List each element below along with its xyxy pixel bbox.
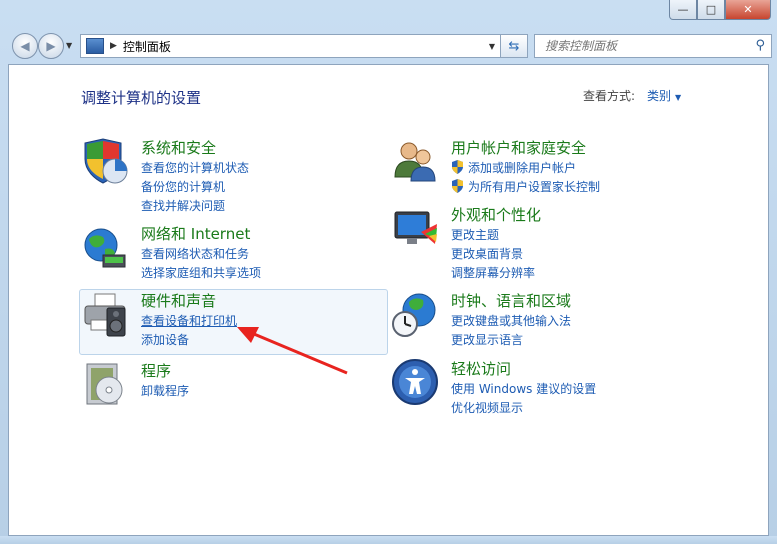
maximize-button[interactable]: □	[697, 0, 725, 20]
link-uninstall[interactable]: 卸载程序	[141, 382, 189, 399]
control-panel-icon	[86, 38, 104, 54]
shield-chart-icon	[84, 138, 128, 184]
globe-network-icon	[84, 228, 126, 268]
search-icon[interactable]: ⚲	[755, 38, 765, 53]
back-button[interactable]: ◀	[12, 33, 38, 59]
refresh-icon: ⇆	[508, 38, 520, 54]
uac-shield-icon	[452, 179, 463, 193]
refresh-button[interactable]: ⇆	[500, 34, 528, 58]
link-screen-resolution[interactable]: 调整屏幕分辨率	[451, 264, 535, 281]
close-button[interactable]: ✕	[725, 0, 771, 20]
forward-arrow-icon: ▶	[46, 39, 56, 53]
link-add-remove-accounts[interactable]: 添加或删除用户帐户	[451, 159, 576, 176]
link-display-language[interactable]: 更改显示语言	[451, 331, 523, 348]
uac-shield-icon	[452, 160, 463, 174]
globe-clock-icon	[392, 293, 436, 337]
navigation-bar: ◀ ▶ ▼ ▶ 控制面板 ▼ ⇆ ⚲	[8, 32, 772, 60]
category-title[interactable]: 网络和 Internet	[141, 223, 250, 244]
main-content: 调整计算机的设置 查看方式: 类别 ▼ 系统和安全 查看您的计算机状态 备份您的计…	[8, 64, 769, 536]
breadcrumb-control-panel[interactable]: 控制面板	[123, 38, 171, 55]
search-box[interactable]: ⚲	[534, 34, 772, 58]
link-windows-recommended[interactable]: 使用 Windows 建议的设置	[451, 380, 596, 397]
view-by-dropdown[interactable]: 类别 ▼	[647, 87, 681, 104]
link-homegroup[interactable]: 选择家庭组和共享选项	[141, 264, 261, 281]
category-title[interactable]: 用户帐户和家庭安全	[451, 137, 586, 158]
link-troubleshoot[interactable]: 查找并解决问题	[141, 197, 225, 214]
program-disc-icon	[86, 363, 123, 405]
category-title[interactable]: 硬件和声音	[141, 290, 216, 311]
address-dropdown-icon[interactable]: ▼	[489, 42, 495, 51]
window-frame: — □ ✕ ◀ ▶ ▼ ▶ 控制面板 ▼ ⇆ ⚲ 调整计算机的设置 查看方式: …	[0, 0, 777, 544]
search-input[interactable]	[543, 38, 747, 54]
category-title[interactable]: 时钟、语言和区域	[451, 290, 571, 311]
category-title[interactable]: 程序	[141, 360, 171, 381]
link-network-status[interactable]: 查看网络状态和任务	[141, 245, 249, 262]
link-devices-printers[interactable]: 查看设备和打印机	[141, 312, 237, 329]
category-title[interactable]: 外观和个性化	[451, 204, 541, 225]
address-bar[interactable]: ▶ 控制面板 ▼	[80, 34, 502, 58]
breadcrumb-arrow-icon[interactable]: ▶	[110, 41, 117, 51]
link-optimize-display[interactable]: 优化视频显示	[451, 399, 523, 416]
printer-speaker-icon	[84, 293, 126, 337]
window-bottom-border	[0, 536, 777, 544]
window-controls: — □ ✕	[669, 0, 771, 20]
link-parental-controls[interactable]: 为所有用户设置家长控制	[451, 178, 600, 195]
ease-of-access-icon	[392, 359, 438, 405]
link-view-status[interactable]: 查看您的计算机状态	[141, 159, 249, 176]
link-keyboard-input[interactable]: 更改键盘或其他输入法	[451, 312, 571, 329]
red-arrow-annotation	[237, 327, 348, 375]
link-desktop-background[interactable]: 更改桌面背景	[451, 245, 523, 262]
page-title: 调整计算机的设置	[81, 89, 202, 107]
category-title[interactable]: 系统和安全	[141, 137, 216, 158]
minimize-button[interactable]: —	[669, 0, 697, 20]
monitor-palette-icon	[394, 211, 437, 244]
link-backup[interactable]: 备份您的计算机	[141, 178, 225, 195]
category-title[interactable]: 轻松访问	[451, 358, 511, 379]
recent-pages-dropdown[interactable]: ▼	[66, 41, 72, 50]
back-arrow-icon: ◀	[20, 39, 30, 53]
view-by-label: 查看方式:	[583, 89, 636, 103]
forward-button[interactable]: ▶	[38, 33, 64, 59]
link-change-theme[interactable]: 更改主题	[451, 226, 499, 243]
link-add-device[interactable]: 添加设备	[141, 331, 189, 348]
users-icon	[394, 142, 436, 182]
